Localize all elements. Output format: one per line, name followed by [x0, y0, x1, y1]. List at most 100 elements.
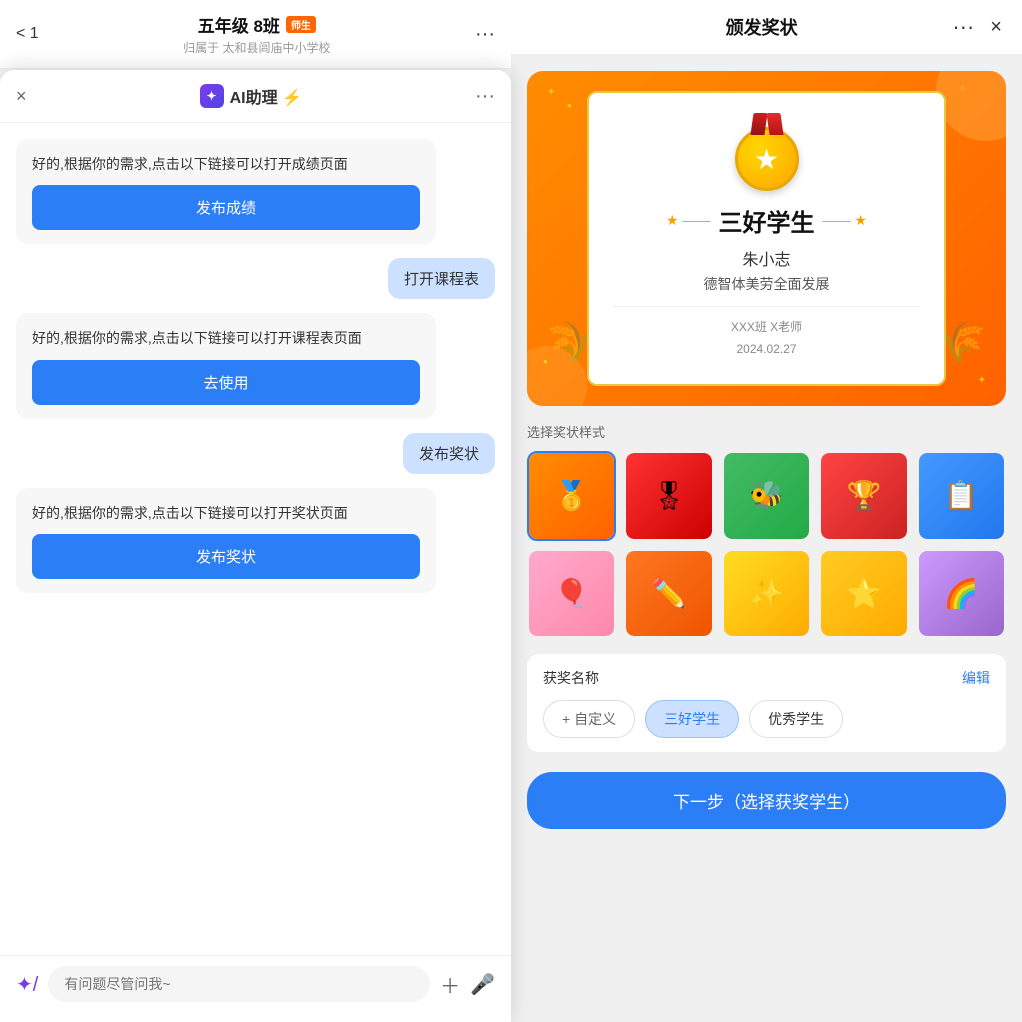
- ai-message-text-2: 好的,根据你的需求,点击以下链接可以打开课程表页面: [32, 327, 420, 349]
- next-step-button[interactable]: 下一步（选择获奖学生）: [527, 772, 1006, 829]
- style-1-icon: 🥇: [554, 479, 589, 512]
- award-name-section: 获奖名称 编辑 + 自定义 三好学生 优秀学生: [527, 654, 1006, 752]
- deco-dot-2: ●: [567, 101, 572, 110]
- cert-stars-deco: ★ —— 三好学生 —— ★: [613, 203, 921, 238]
- cert-more-button[interactable]: ···: [952, 14, 974, 40]
- cert-close-button[interactable]: ×: [990, 16, 1002, 39]
- ai-modal: × ✦ AI助理 ⚡ ··· 好的,根据你的需求,点击以下链接可以打开成绩页面 …: [0, 70, 511, 1022]
- style-10-icon: 🌈: [944, 577, 979, 610]
- left-panel: < 1 五年级 8班 师生 归属于 太和县闾庙中小学校 ··· 归属于 - 第5…: [0, 0, 511, 1022]
- style-item-9[interactable]: 🌟: [819, 549, 908, 638]
- back-button[interactable]: < 1: [16, 25, 39, 43]
- style-1-inner: 🥇: [529, 453, 614, 538]
- star-deco-left: ★ ——: [666, 212, 710, 229]
- style-item-5[interactable]: 📋: [917, 451, 1006, 540]
- cert-student-name: 朱小志: [613, 246, 921, 270]
- style-3-inner: 🐝: [724, 453, 809, 538]
- award-edit-button[interactable]: 编辑: [962, 668, 990, 688]
- cert-preview: ✦ ● ● ✦ ● 🌾 🌾 ★: [527, 71, 1006, 406]
- ai-input-bar: ✦/ ＋ 🎤: [0, 955, 511, 1022]
- style-10-inner: 🌈: [919, 551, 1004, 636]
- style-8-inner: ✨: [724, 551, 809, 636]
- style-4-inner: 🏆: [821, 453, 906, 538]
- cert-divider: [613, 306, 921, 307]
- ai-icon: ✦: [200, 84, 224, 108]
- class-header: < 1 五年级 8班 师生 归属于 太和县闾庙中小学校 ···: [0, 0, 511, 69]
- style-6-icon: 🎈: [554, 577, 589, 610]
- cert-award-title: 三好学生: [719, 203, 815, 238]
- style-5-icon: 📋: [944, 479, 979, 512]
- ai-modal-close-button[interactable]: ×: [16, 86, 27, 107]
- style-7-icon: ✏️: [652, 577, 687, 610]
- style-item-1[interactable]: 🥇: [527, 451, 616, 540]
- medal-star-icon: ★: [754, 143, 779, 176]
- publish-grades-button[interactable]: 发布成绩: [32, 185, 420, 230]
- cert-class-teacher: XXX班 X老师: [613, 317, 921, 339]
- star-deco-right: —— ★: [823, 212, 867, 229]
- style-3-icon: 🐝: [749, 479, 784, 512]
- style-item-4[interactable]: 🏆: [819, 451, 908, 540]
- magic-icon[interactable]: ✦/: [16, 972, 38, 997]
- ai-input-field[interactable]: [48, 966, 430, 1002]
- style-item-7[interactable]: ✏️: [624, 549, 713, 638]
- style-grid: 🥇 🎖 🐝 🏆: [527, 451, 1006, 638]
- style-8-icon: ✨: [749, 577, 784, 610]
- ai-message-2: 好的,根据你的需求,点击以下链接可以打开课程表页面 去使用: [16, 313, 436, 418]
- plus-icon[interactable]: ＋: [440, 970, 460, 999]
- style-5-inner: 📋: [919, 453, 1004, 538]
- ribbon-right: [766, 113, 783, 135]
- award-chip-sanhao[interactable]: 三好学生: [645, 700, 739, 738]
- style-selector-section: 选择奖状样式 🥇 🎖 🐝: [527, 422, 1006, 638]
- class-title: 五年级 8班 师生: [39, 12, 475, 37]
- medal-circle: ★: [735, 127, 799, 191]
- cert-description: 德智体美劳全面发展: [613, 274, 921, 294]
- ai-icon-symbol: ✦: [207, 89, 217, 103]
- user-message-2: 发布奖状: [403, 433, 495, 474]
- style-9-icon: 🌟: [846, 577, 881, 610]
- cert-meta: XXX班 X老师 2024.02.27: [613, 317, 921, 360]
- right-panel: 颁发奖状 ··· × ✦ ● ● ✦ ● 🌾 🌾: [511, 0, 1022, 1022]
- class-more-button[interactable]: ···: [475, 23, 495, 46]
- ai-message-1: 好的,根据你的需求,点击以下链接可以打开成绩页面 发布成绩: [16, 139, 436, 244]
- style-2-icon: 🎖: [651, 479, 687, 512]
- publish-award-button[interactable]: 发布奖状: [32, 534, 420, 579]
- style-item-8[interactable]: ✨: [722, 549, 811, 638]
- award-chip-custom[interactable]: + 自定义: [543, 700, 635, 738]
- cert-content: ✦ ● ● ✦ ● 🌾 🌾 ★: [511, 55, 1022, 1022]
- style-item-3[interactable]: 🐝: [722, 451, 811, 540]
- ai-message-3: 好的,根据你的需求,点击以下链接可以打开奖状页面 发布奖状: [16, 488, 436, 593]
- cert-inner: ★ ★ —— 三好学生 —— ★ 朱小志 德智体美劳全面发展 XXX班 X老师 …: [587, 91, 947, 386]
- user-message-1: 打开课程表: [388, 258, 495, 299]
- ai-message-text-3: 好的,根据你的需求,点击以下链接可以打开奖状页面: [32, 502, 420, 524]
- go-use-button[interactable]: 去使用: [32, 360, 420, 405]
- deco-dot-1: ✦: [547, 87, 555, 98]
- award-name-header: 获奖名称 编辑: [543, 668, 990, 688]
- back-label: < 1: [16, 25, 39, 43]
- ai-message-text-1: 好的,根据你的需求,点击以下链接可以打开成绩页面: [32, 153, 420, 175]
- teacher-badge: 师生: [286, 16, 316, 33]
- style-item-6[interactable]: 🎈: [527, 549, 616, 638]
- mic-icon[interactable]: 🎤: [470, 972, 495, 997]
- style-7-inner: ✏️: [626, 551, 711, 636]
- ai-modal-header: × ✦ AI助理 ⚡ ···: [0, 70, 511, 123]
- style-section-label: 选择奖状样式: [527, 422, 1006, 441]
- award-chip-youxiu[interactable]: 优秀学生: [749, 700, 843, 738]
- ai-chat-area: 好的,根据你的需求,点击以下链接可以打开成绩页面 发布成绩 打开课程表 好的,根…: [0, 123, 511, 955]
- style-item-10[interactable]: 🌈: [917, 549, 1006, 638]
- style-item-2[interactable]: 🎖: [624, 451, 713, 540]
- deco-dot-3: ●: [959, 81, 966, 95]
- ai-modal-more-button[interactable]: ···: [475, 85, 495, 108]
- cert-medal: ★: [727, 113, 807, 193]
- deco-dot-4: ✦: [978, 375, 986, 386]
- ai-modal-title: ✦ AI助理 ⚡: [200, 84, 302, 108]
- award-name-chips: + 自定义 三好学生 优秀学生: [543, 700, 990, 738]
- ribbon-left: [750, 113, 767, 135]
- cert-date: 2024.02.27: [613, 339, 921, 361]
- cert-header-actions: ··· ×: [952, 14, 1002, 40]
- cert-page-header: 颁发奖状 ··· ×: [511, 0, 1022, 55]
- style-6-inner: 🎈: [529, 551, 614, 636]
- deco-dot-5: ●: [543, 357, 548, 366]
- class-subtitle: 归属于 太和县闾庙中小学校: [39, 39, 475, 56]
- style-2-inner: 🎖: [626, 453, 711, 538]
- style-4-icon: 🏆: [846, 479, 881, 512]
